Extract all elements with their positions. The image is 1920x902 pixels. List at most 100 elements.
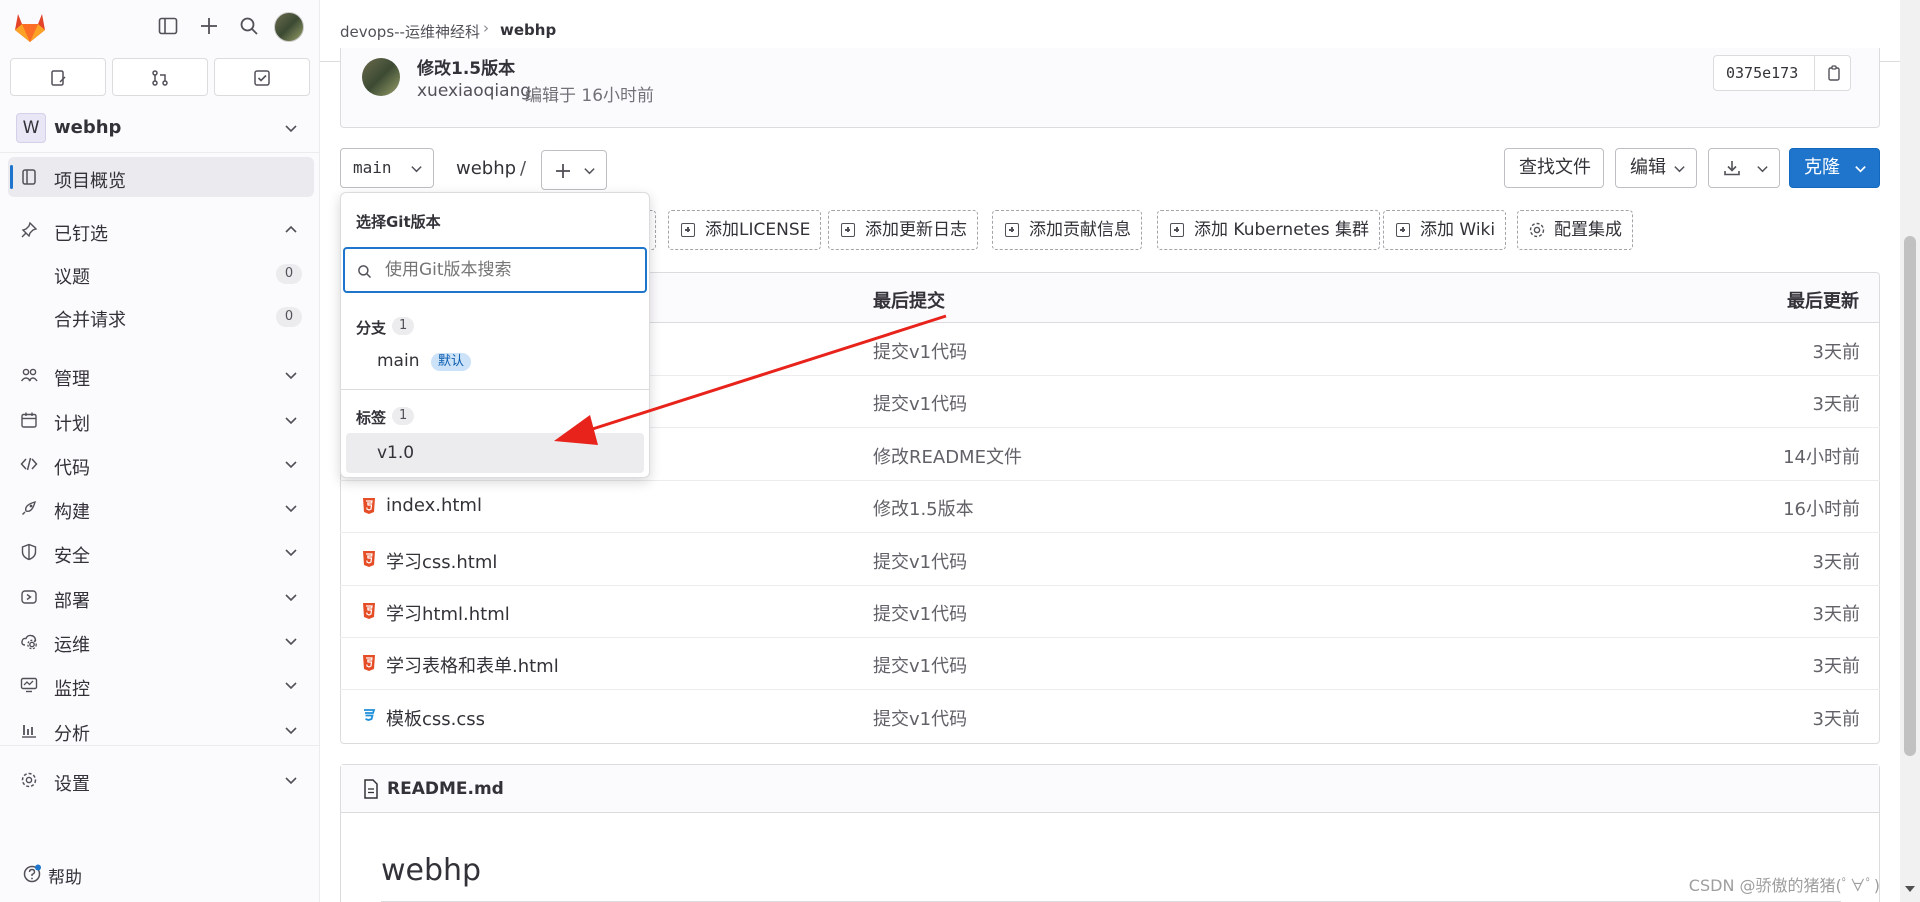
configure-integrations-button[interactable]: 配置集成 bbox=[1517, 210, 1633, 250]
chevron-down-icon bbox=[285, 372, 297, 380]
sidebar-item-label: 代码 bbox=[54, 458, 90, 479]
search-icon[interactable] bbox=[239, 16, 259, 36]
plus-square-icon bbox=[1170, 223, 1184, 237]
issues-shortcut-button[interactable] bbox=[10, 58, 106, 96]
html-file-icon bbox=[363, 498, 375, 515]
project-icon bbox=[20, 168, 38, 186]
file-name[interactable]: index.html bbox=[386, 495, 482, 516]
table-row[interactable]: 学习css.html 提交v1代码 3天前 bbox=[340, 534, 1880, 586]
add-license-button[interactable]: 添加LICENSE bbox=[668, 210, 822, 250]
file-name[interactable]: 学习表格和表单.html bbox=[386, 652, 559, 678]
add-kubernetes-button[interactable]: 添加 Kubernetes 集群 bbox=[1157, 210, 1381, 250]
chevron-down-icon bbox=[1855, 166, 1866, 173]
breadcrumb-project[interactable]: webhp bbox=[500, 21, 556, 39]
branches-count-badge: 1 bbox=[392, 317, 415, 335]
path-root-link[interactable]: webhp bbox=[456, 158, 516, 179]
ref-search-input[interactable] bbox=[343, 247, 647, 293]
issues-icon bbox=[49, 69, 67, 87]
sidebar-item-label: 合并请求 bbox=[54, 310, 126, 331]
download-icon bbox=[1724, 161, 1740, 176]
clone-dropdown-button[interactable]: 克隆 bbox=[1789, 148, 1880, 188]
commit-author[interactable]: xuexiaoqiang bbox=[417, 81, 531, 101]
help-button[interactable]: 帮助 bbox=[22, 862, 102, 888]
add-to-tree-button[interactable] bbox=[541, 150, 607, 190]
add-changelog-button[interactable]: 添加更新日志 bbox=[828, 210, 978, 250]
file-last-commit[interactable]: 提交v1代码 bbox=[873, 705, 967, 731]
sidebar-item-label: 分析 bbox=[54, 724, 90, 745]
html-file-icon bbox=[363, 550, 375, 567]
table-row[interactable]: 模板css.css 提交v1代码 3天前 bbox=[340, 691, 1880, 743]
user-avatar[interactable] bbox=[274, 12, 304, 42]
find-file-button[interactable]: 查找文件 bbox=[1504, 148, 1604, 188]
calendar-icon bbox=[20, 411, 38, 429]
sidebar-item-gear[interactable]: 设置 bbox=[8, 760, 314, 800]
chevron-down-icon bbox=[1757, 166, 1768, 173]
merge-requests-shortcut-button[interactable] bbox=[112, 58, 208, 96]
sidebar-item-label: 设置 bbox=[54, 774, 90, 795]
todo-icon bbox=[253, 69, 271, 87]
branches-section-label: 分支 bbox=[356, 319, 387, 337]
tags-section-label: 标签 bbox=[356, 409, 387, 427]
sidebar-item-users[interactable]: 管理 bbox=[8, 355, 314, 395]
col-last-updated: 最后更新 bbox=[1787, 291, 1859, 312]
sidebar-item-cloud-gear[interactable]: 运维 bbox=[8, 621, 314, 661]
readme-panel: README.md webhp bbox=[340, 764, 1880, 902]
sidebar-item-merge-requests[interactable]: 合并请求 0 bbox=[8, 299, 314, 335]
sidebar-toggle-icon[interactable] bbox=[158, 16, 178, 36]
breadcrumb-group[interactable]: devops--运维神经科 bbox=[340, 21, 480, 42]
edit-dropdown-button[interactable]: 编辑 bbox=[1615, 148, 1697, 188]
project-name: webhp bbox=[54, 117, 122, 138]
commit-sha[interactable]: 0375e173 bbox=[1713, 55, 1851, 91]
table-row[interactable]: index.html 修改1.5版本 16小时前 bbox=[340, 481, 1880, 534]
sidebar-pinned-section[interactable]: 已钉选 bbox=[8, 210, 314, 250]
pin-icon bbox=[20, 221, 38, 239]
table-row[interactable]: 学习html.html 提交v1代码 3天前 bbox=[340, 586, 1880, 638]
sidebar-item-label: 部署 bbox=[54, 591, 90, 612]
file-name[interactable]: 模板css.css bbox=[386, 705, 485, 731]
deploy-icon bbox=[20, 588, 38, 606]
chevron-down-icon bbox=[1674, 166, 1685, 173]
add-wiki-label: 添加 Wiki bbox=[1420, 220, 1496, 240]
commit-title[interactable]: 修改1.5版本 bbox=[417, 54, 515, 79]
path-separator: / bbox=[520, 158, 527, 179]
edit-label: 编辑 bbox=[1630, 157, 1666, 178]
readme-filename[interactable]: README.md bbox=[387, 779, 504, 799]
branch-item-label: main bbox=[377, 351, 420, 371]
help-icon bbox=[23, 864, 41, 883]
file-last-commit[interactable]: 提交v1代码 bbox=[873, 652, 967, 678]
file-last-commit[interactable]: 修改1.5版本 bbox=[873, 495, 974, 521]
sidebar-item-label: 议题 bbox=[54, 267, 90, 288]
ref-search-field[interactable] bbox=[385, 259, 635, 281]
file-name[interactable]: 学习css.html bbox=[386, 548, 497, 574]
sidebar-item-overview[interactable]: 项目概览 bbox=[8, 157, 314, 197]
default-badge: 默认 bbox=[431, 353, 472, 371]
sidebar-item-code[interactable]: 代码 bbox=[8, 444, 314, 484]
file-last-commit[interactable]: 提交v1代码 bbox=[873, 600, 967, 626]
readme-heading: webhp bbox=[381, 853, 482, 888]
project-switcher[interactable]: W webhp bbox=[8, 108, 314, 148]
merge-requests-count-badge: 0 bbox=[276, 307, 302, 327]
page-scrollbar[interactable] bbox=[1900, 0, 1920, 902]
todo-shortcut-button[interactable] bbox=[214, 58, 310, 96]
sidebar-item-shield[interactable]: 安全 bbox=[8, 532, 314, 572]
sidebar-item-label: 已钉选 bbox=[54, 224, 108, 245]
sidebar-item-rocket[interactable]: 构建 bbox=[8, 488, 314, 528]
file-name[interactable]: 学习html.html bbox=[386, 600, 510, 626]
sidebar-item-deploy[interactable]: 部署 bbox=[8, 577, 314, 617]
tag-item-label: v1.0 bbox=[377, 443, 415, 463]
sidebar-item-chart[interactable]: 分析 bbox=[8, 710, 314, 750]
table-row[interactable]: 学习表格和表单.html 提交v1代码 3天前 bbox=[340, 638, 1880, 691]
file-last-updated: 16小时前 bbox=[1783, 499, 1860, 521]
copy-icon[interactable] bbox=[1814, 56, 1851, 90]
file-last-commit[interactable]: 提交v1代码 bbox=[873, 548, 967, 574]
sidebar-item-issues[interactable]: 议题 0 bbox=[8, 256, 314, 292]
chevron-down-icon bbox=[285, 682, 297, 690]
sidebar-item-calendar[interactable]: 计划 bbox=[8, 400, 314, 440]
create-new-icon[interactable] bbox=[199, 16, 219, 36]
download-dropdown-button[interactable] bbox=[1708, 148, 1780, 188]
branch-selector[interactable]: main bbox=[340, 148, 434, 188]
add-contributing-button[interactable]: 添加贡献信息 bbox=[992, 210, 1142, 250]
sidebar-item-monitor[interactable]: 监控 bbox=[8, 665, 314, 705]
add-wiki-button[interactable]: 添加 Wiki bbox=[1383, 210, 1507, 250]
gitlab-logo-icon[interactable] bbox=[12, 10, 48, 44]
